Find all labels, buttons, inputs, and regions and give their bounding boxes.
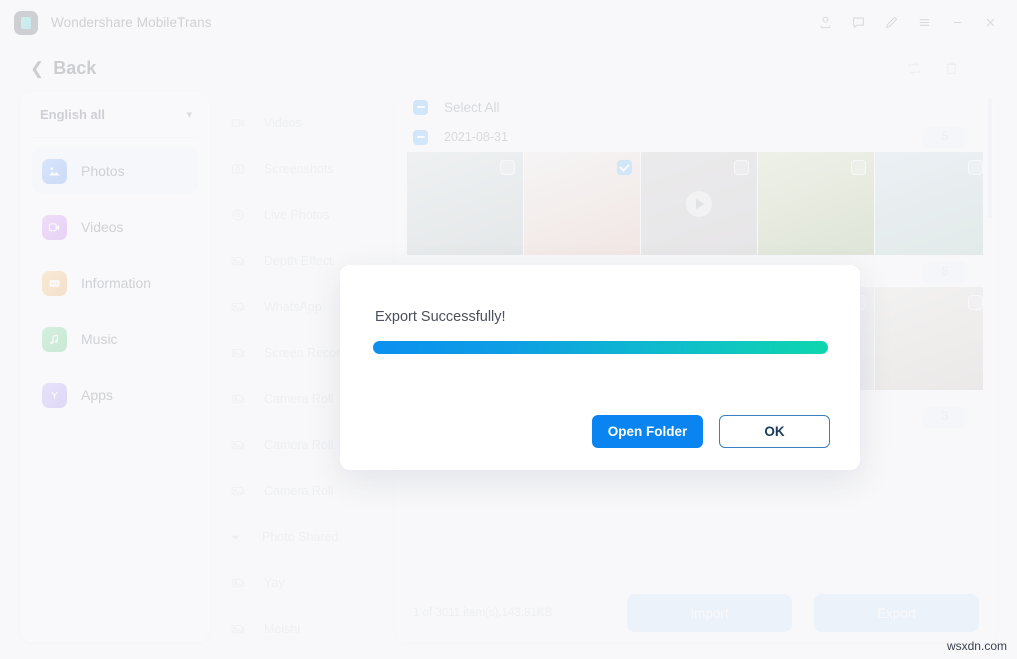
open-folder-button[interactable]: Open Folder <box>592 415 703 448</box>
ok-button[interactable]: OK <box>719 415 830 448</box>
progress-bar <box>373 341 828 354</box>
export-success-dialog: Export Successfully! Open Folder OK <box>340 265 860 470</box>
dialog-title: Export Successfully! <box>375 309 506 325</box>
app-window: Wondershare MobileTrans <box>0 0 1017 659</box>
watermark: wsxdn.com <box>947 639 1007 653</box>
dialog-actions: Open Folder OK <box>592 415 830 448</box>
